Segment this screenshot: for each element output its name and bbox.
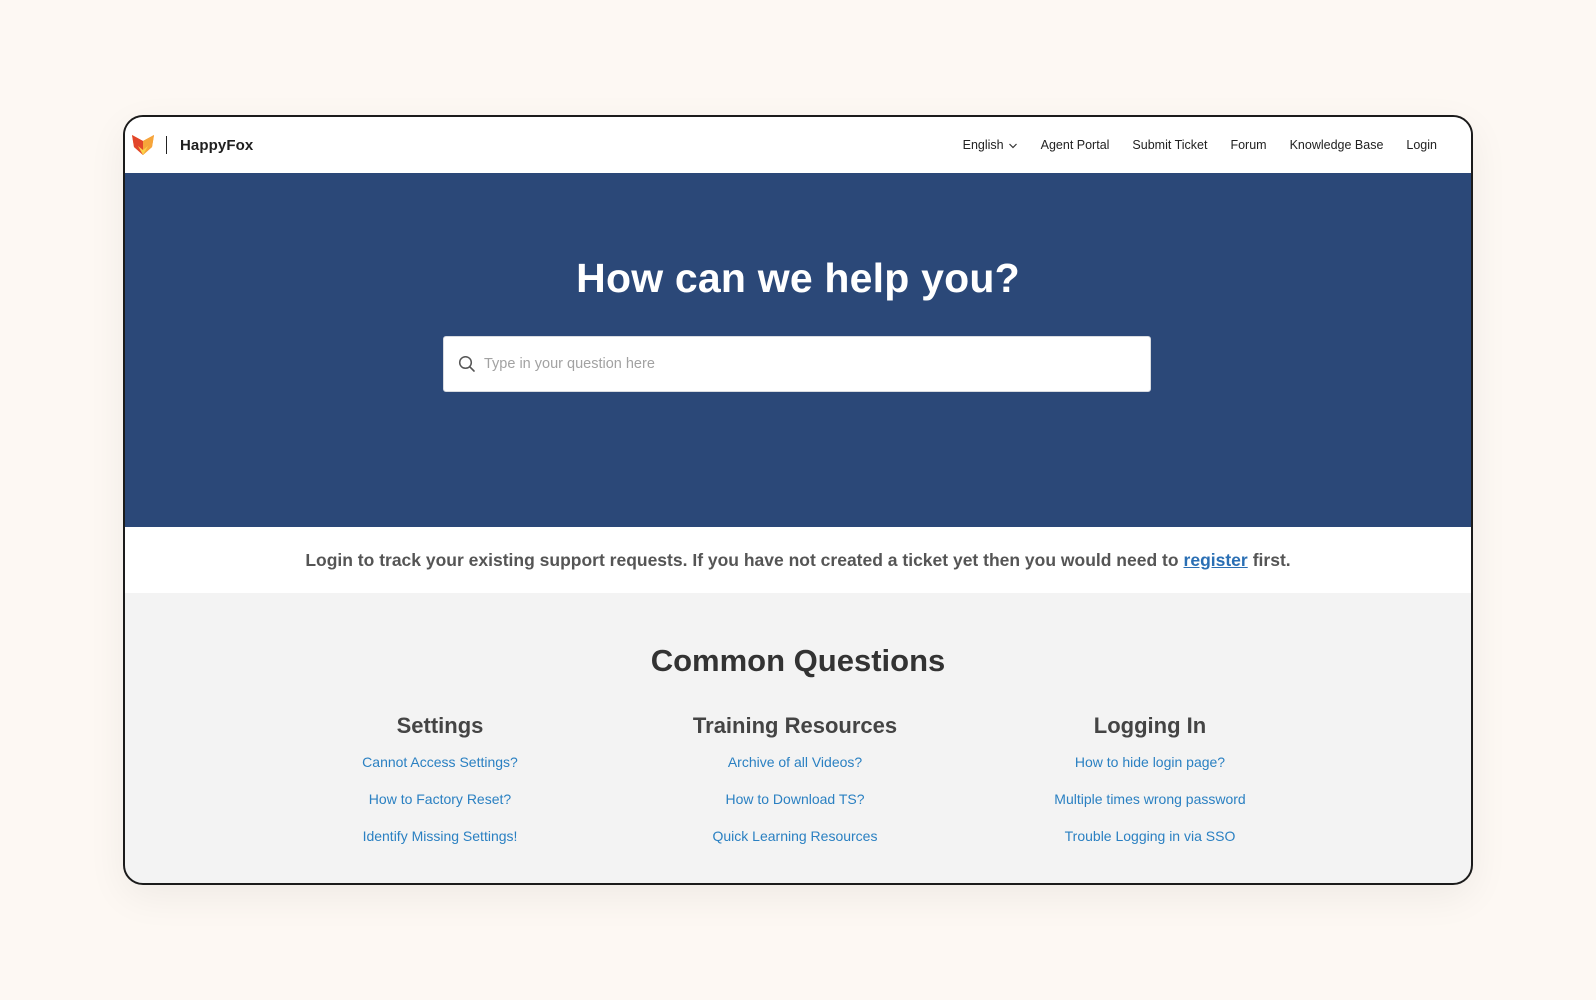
language-selector[interactable]: English [963, 138, 1018, 152]
notice-text-after: first. [1252, 549, 1291, 570]
notice-text-before: Login to track your existing support req… [305, 549, 1179, 570]
question-link[interactable]: How to hide login page? [985, 752, 1315, 772]
nav-submit-ticket[interactable]: Submit Ticket [1132, 138, 1207, 152]
nav-forum[interactable]: Forum [1230, 138, 1266, 152]
nav-login[interactable]: Login [1406, 138, 1437, 152]
question-link[interactable]: Archive of all Videos? [630, 752, 960, 772]
category-title: Logging In [1093, 713, 1207, 738]
nav-knowledge-base[interactable]: Knowledge Base [1290, 138, 1384, 152]
language-label: English [962, 138, 1004, 152]
category-logging-in: Logging In How to hide login page? Multi… [985, 713, 1315, 863]
search-box[interactable] [443, 336, 1151, 392]
question-link[interactable]: Quick Learning Resources [630, 826, 960, 846]
category-title: Training Resources [692, 713, 898, 738]
question-link[interactable]: Identify Missing Settings! [275, 826, 605, 846]
chevron-down-icon [1008, 143, 1017, 148]
question-link[interactable]: How to Download TS? [630, 789, 960, 809]
login-notice: Login to track your existing support req… [125, 527, 1471, 593]
logo-divider [166, 136, 167, 154]
fox-icon [132, 135, 154, 155]
common-questions-section: Common Questions Settings Cannot Access … [125, 593, 1471, 883]
register-link[interactable]: register [1184, 550, 1248, 571]
search-input[interactable] [484, 349, 1124, 379]
search-icon [458, 355, 475, 372]
hero-title: How can we help you? [576, 255, 1020, 301]
top-navigation-bar: HappyFox English Agent Portal Submit Tic… [125, 117, 1471, 173]
category-title: Settings [396, 713, 484, 738]
common-questions-title: Common Questions [650, 643, 946, 678]
main-nav: English Agent Portal Submit Ticket Forum… [963, 138, 1437, 152]
question-link[interactable]: Trouble Logging in via SSO [985, 826, 1315, 846]
category-settings: Settings Cannot Access Settings? How to … [275, 713, 605, 863]
nav-agent-portal[interactable]: Agent Portal [1041, 138, 1110, 152]
question-link[interactable]: How to Factory Reset? [275, 789, 605, 809]
question-link[interactable]: Multiple times wrong password [985, 789, 1315, 809]
category-training-resources: Training Resources Archive of all Videos… [630, 713, 960, 863]
logo[interactable]: HappyFox [131, 134, 253, 156]
brand-name: HappyFox [180, 136, 254, 154]
hero-section: How can we help you? [125, 173, 1471, 527]
browser-frame: HappyFox English Agent Portal Submit Tic… [123, 115, 1473, 885]
question-link[interactable]: Cannot Access Settings? [275, 752, 605, 772]
